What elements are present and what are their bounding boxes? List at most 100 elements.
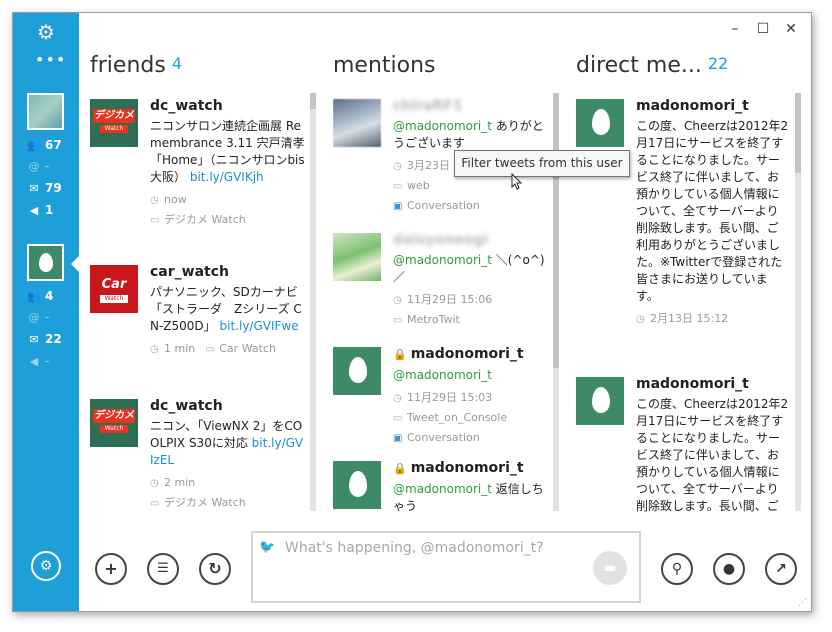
dm-item[interactable]: madonomori_t この度、Cheerzは2012年2月17日にサービスを… bbox=[576, 375, 790, 513]
account-sidebar: ⚙ ••• 👥 67 @ - ✉ 79 ◀ 1 👥 4 @ - ✉ 22 ◀ - ⚙ bbox=[13, 13, 79, 611]
tweet-author[interactable]: 🔒 madonomori_t bbox=[393, 345, 549, 364]
tweet-item[interactable]: daisyoneogi @madonomori_t ＼(^o^)／ ◷ 11月29… bbox=[333, 231, 549, 329]
column-mentions: mentions chiraRF1 @madonomori_t ありがとうござい… bbox=[333, 53, 561, 513]
dm-item[interactable]: madonomori_t この度、Cheerzは2012年2月17日にサービスを… bbox=[576, 97, 790, 359]
envelope-icon: ✉ bbox=[29, 181, 39, 195]
speech-bubble-icon: ▬ bbox=[603, 560, 617, 576]
lists-button[interactable]: ☰ bbox=[147, 553, 179, 585]
dm-author[interactable]: madonomori_t bbox=[636, 97, 790, 115]
mention-link[interactable]: @madonomori_t bbox=[393, 253, 492, 267]
tweet-author[interactable]: daisyoneogi bbox=[393, 231, 549, 249]
tweet-author[interactable]: dc_watch bbox=[150, 397, 306, 415]
mention-link[interactable]: @madonomori_t bbox=[393, 482, 492, 496]
conversation-link[interactable]: ▣ Conversation bbox=[393, 428, 549, 448]
trend-icon: ↗ bbox=[775, 561, 787, 577]
tweet-time: ◷ now bbox=[150, 190, 306, 210]
tweet-item[interactable]: デジカメ Watch dc_watch ニコン、「ViewNX 2」をCOOLPI… bbox=[90, 397, 306, 513]
compose-box[interactable]: 🐦 ▬ bbox=[251, 531, 641, 603]
tweet-source: ▭ Tweet_on_Console bbox=[393, 408, 549, 428]
digicame-logo: デジカメ bbox=[93, 109, 135, 123]
send-button[interactable]: ▬ bbox=[593, 551, 627, 585]
maximize-button[interactable]: ☐ bbox=[751, 19, 775, 39]
avatar[interactable] bbox=[576, 377, 624, 425]
avatar[interactable]: Car Watch bbox=[90, 265, 138, 313]
tweet-author[interactable]: 🔒 madonomori_t bbox=[393, 459, 549, 478]
egg-avatar-icon bbox=[592, 109, 610, 135]
account-1-messages[interactable]: ✉ 79 bbox=[27, 180, 61, 196]
clock-icon: ◷ bbox=[393, 161, 402, 172]
monitor-icon: ▭ bbox=[150, 498, 160, 509]
search-button[interactable]: ⚲ bbox=[661, 553, 693, 585]
lock-icon: 🔒 bbox=[393, 348, 407, 361]
refresh-icon: ↻ bbox=[208, 559, 222, 578]
account-1-notifications[interactable]: ◀ 1 bbox=[27, 202, 54, 218]
minimize-button[interactable]: – bbox=[723, 19, 747, 39]
avatar[interactable]: デジカメ Watch bbox=[90, 399, 138, 447]
avatar[interactable] bbox=[333, 233, 381, 281]
tweet-author[interactable]: car_watch bbox=[150, 263, 306, 281]
column-header-direct-messages[interactable]: direct me... 22 bbox=[576, 53, 806, 89]
scrollbar-thumb[interactable] bbox=[795, 93, 801, 173]
monitor-icon: ▭ bbox=[393, 315, 403, 326]
megaphone-icon: ◀ bbox=[29, 203, 39, 217]
conversation-link[interactable]: ▣ Conversation bbox=[393, 196, 549, 216]
compose-input[interactable] bbox=[285, 538, 585, 558]
account-2-followers[interactable]: 👥 4 bbox=[27, 288, 53, 304]
tweet-time: ◷ 2 min bbox=[150, 473, 306, 493]
more-menu-button[interactable]: ••• bbox=[35, 52, 65, 68]
profile-button[interactable]: ● bbox=[713, 553, 745, 585]
account-2-messages[interactable]: ✉ 22 bbox=[27, 331, 61, 347]
clock-icon: ◷ bbox=[393, 295, 402, 306]
tweet-link[interactable]: bit.ly/GVIFwe bbox=[220, 319, 299, 333]
tweet-item[interactable]: Car Watch car_watch パナソニック、SDカーナビ「ストラーダ Z… bbox=[90, 263, 306, 381]
clock-icon: ◷ bbox=[636, 314, 645, 325]
digicame-logo-sub: Watch bbox=[100, 125, 128, 133]
scrollbar-thumb[interactable] bbox=[553, 93, 559, 368]
add-column-button[interactable]: + bbox=[95, 553, 127, 585]
digicame-logo-sub: Watch bbox=[100, 425, 128, 433]
dm-scrollbar[interactable] bbox=[795, 93, 801, 511]
tweet-item[interactable]: 🔒 madonomori_t @madonomori_t ◷ 11月29日 15:0… bbox=[333, 345, 549, 444]
avatar[interactable] bbox=[333, 347, 381, 395]
tweet-time: ◷ 11月29日 15:06 bbox=[393, 290, 549, 310]
account-1-followers[interactable]: 👥 67 bbox=[27, 137, 62, 153]
resize-grip-icon[interactable]: ⋰ bbox=[798, 598, 808, 608]
tweet-item[interactable]: デジカメ Watch dc_watch ニコンサロン連続企画展 Remembran… bbox=[90, 97, 306, 247]
monitor-icon: ▭ bbox=[393, 181, 403, 192]
gear-icon[interactable]: ⚙ bbox=[35, 21, 57, 43]
account-settings-button[interactable]: ⚙ bbox=[31, 551, 61, 581]
trends-button[interactable]: ↗ bbox=[765, 553, 797, 585]
account-2-mentions[interactable]: @ - bbox=[27, 309, 50, 325]
tweet-source: ▭ デジカメ Watch bbox=[150, 493, 306, 513]
account-avatar-2[interactable] bbox=[27, 244, 64, 281]
dm-author[interactable]: madonomori_t bbox=[636, 375, 790, 393]
avatar[interactable]: デジカメ Watch bbox=[90, 99, 138, 147]
clock-icon: ◷ bbox=[150, 344, 159, 355]
avatar[interactable] bbox=[576, 99, 624, 147]
tweet-item[interactable]: 🔒 madonomori_t @madonomori_t 返信しちゃう bbox=[333, 459, 549, 513]
conversation-icon: ▣ bbox=[393, 201, 403, 212]
tweet-link[interactable]: bit.ly/GVIKjh bbox=[190, 170, 264, 184]
mention-link[interactable]: @madonomori_t bbox=[393, 119, 492, 133]
account-1-mentions[interactable]: @ - bbox=[27, 158, 50, 174]
account-avatar-1[interactable] bbox=[27, 93, 64, 130]
dm-text: この度、Cheerzは2012年2月17日にサービスを終了することになりました。… bbox=[636, 397, 789, 513]
tweet-text: ニコン、「ViewNX 2」をCOOLPIX S30に対応 bit.ly/GVI… bbox=[150, 419, 304, 467]
tweet-text: ニコンサロン連続企画展 Remembrance 3.11 宍戸清孝「Home」（… bbox=[150, 119, 305, 184]
avatar[interactable] bbox=[333, 461, 381, 509]
clock-icon: ◷ bbox=[150, 478, 159, 489]
column-friends: friends 4 デジカメ Watch dc_watch ニコンサロン連続企画展 … bbox=[90, 53, 318, 513]
tweet-author[interactable]: dc_watch bbox=[150, 97, 306, 115]
close-button[interactable]: ✕ bbox=[779, 19, 803, 39]
column-header-friends[interactable]: friends 4 bbox=[90, 53, 318, 89]
column-header-mentions[interactable]: mentions bbox=[333, 53, 561, 89]
avatar[interactable] bbox=[333, 99, 381, 147]
user-icon: ● bbox=[722, 561, 736, 577]
tweet-source: ▭ web bbox=[393, 176, 549, 196]
refresh-button[interactable]: ↻ bbox=[199, 553, 231, 585]
account-2-notifications[interactable]: ◀ - bbox=[27, 353, 50, 369]
tweet-author[interactable]: chiraRF1 bbox=[393, 97, 549, 115]
friends-scrollbar[interactable] bbox=[310, 93, 316, 511]
mention-link[interactable]: @madonomori_t bbox=[393, 368, 492, 382]
scrollbar-thumb[interactable] bbox=[310, 93, 316, 109]
